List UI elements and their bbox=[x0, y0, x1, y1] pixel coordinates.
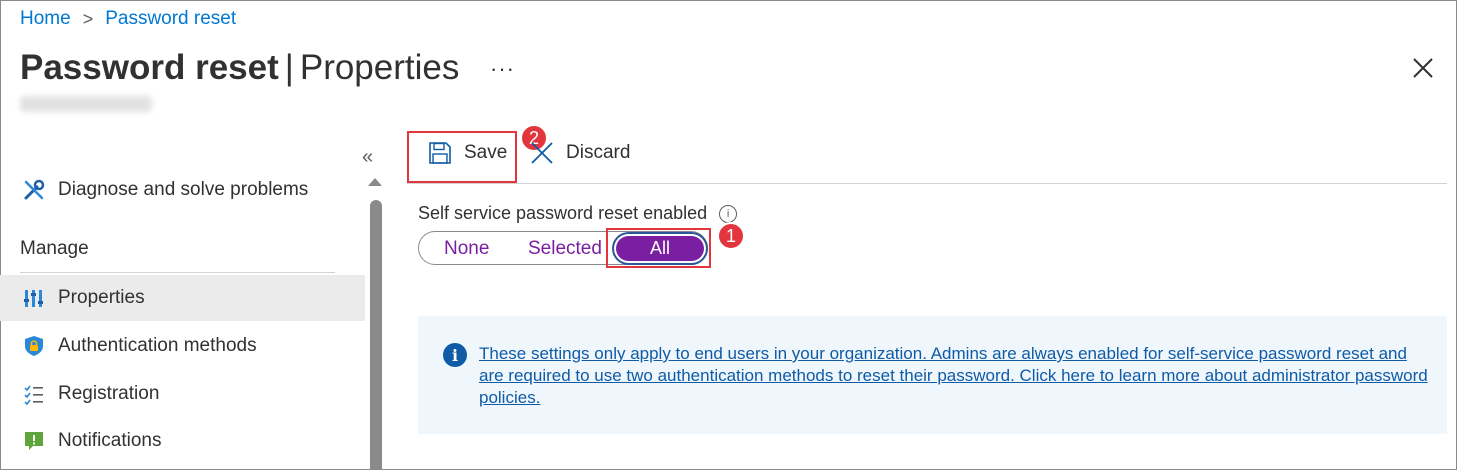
divider bbox=[20, 272, 335, 273]
checklist-icon bbox=[20, 382, 48, 406]
save-highlight-box bbox=[407, 131, 517, 183]
collapse-sidebar-button[interactable]: « bbox=[362, 146, 373, 169]
wrench-icon bbox=[20, 178, 48, 202]
sidebar-item-label: Registration bbox=[58, 383, 160, 404]
sidebar-item-label: Diagnose and solve problems bbox=[58, 179, 309, 200]
info-icon[interactable]: i bbox=[719, 204, 738, 223]
all-option-highlight-box bbox=[606, 228, 711, 268]
sidebar-item-diagnose[interactable]: Diagnose and solve problems bbox=[0, 167, 365, 213]
sidebar-section-manage: Manage bbox=[20, 238, 89, 259]
page-title: Password reset | Properties bbox=[20, 48, 459, 88]
sidebar-item-notifications[interactable]: Notifications bbox=[0, 418, 365, 464]
sidebar-scrollbar[interactable] bbox=[370, 200, 382, 470]
page-title-main: Password reset bbox=[20, 48, 279, 87]
close-icon[interactable] bbox=[1410, 55, 1436, 81]
properties-icon bbox=[20, 286, 48, 310]
annotation-badge-1: 1 bbox=[717, 222, 745, 250]
sidebar-item-label: Properties bbox=[58, 287, 145, 308]
page-title-pipe: | bbox=[284, 48, 294, 87]
sspr-enabled-label-text: Self service password reset enabled bbox=[418, 203, 708, 223]
more-options-button[interactable]: ··· bbox=[490, 56, 515, 82]
blurred-subtitle bbox=[20, 96, 152, 112]
breadcrumb-home-link[interactable]: Home bbox=[20, 8, 71, 30]
discard-button[interactable]: Discard bbox=[530, 141, 630, 165]
breadcrumb: Home > Password reset bbox=[20, 8, 236, 30]
sidebar-item-label: Authentication methods bbox=[58, 335, 257, 356]
notification-icon bbox=[20, 429, 48, 453]
breadcrumb-password-reset-link[interactable]: Password reset bbox=[105, 8, 236, 30]
shield-icon bbox=[20, 334, 48, 358]
sidebar-item-registration[interactable]: Registration bbox=[0, 371, 365, 417]
page-title-section: Properties bbox=[299, 48, 460, 87]
sspr-option-none[interactable]: None bbox=[444, 238, 489, 260]
sspr-option-selected[interactable]: Selected bbox=[528, 238, 602, 260]
toolbar-divider bbox=[407, 183, 1447, 184]
sidebar-item-label: Notifications bbox=[58, 430, 162, 451]
discard-icon bbox=[530, 141, 554, 165]
sidebar-item-properties[interactable]: Properties bbox=[0, 275, 365, 321]
info-icon: i bbox=[443, 343, 467, 367]
breadcrumb-separator: > bbox=[82, 8, 94, 29]
sspr-enabled-label: Self service password reset enabled i bbox=[418, 203, 738, 224]
scroll-up-arrow-icon[interactable] bbox=[368, 178, 382, 186]
admin-policy-link[interactable]: These settings only apply to end users i… bbox=[479, 343, 1429, 409]
sidebar-item-authentication-methods[interactable]: Authentication methods bbox=[0, 323, 365, 369]
discard-button-label: Discard bbox=[566, 142, 631, 163]
